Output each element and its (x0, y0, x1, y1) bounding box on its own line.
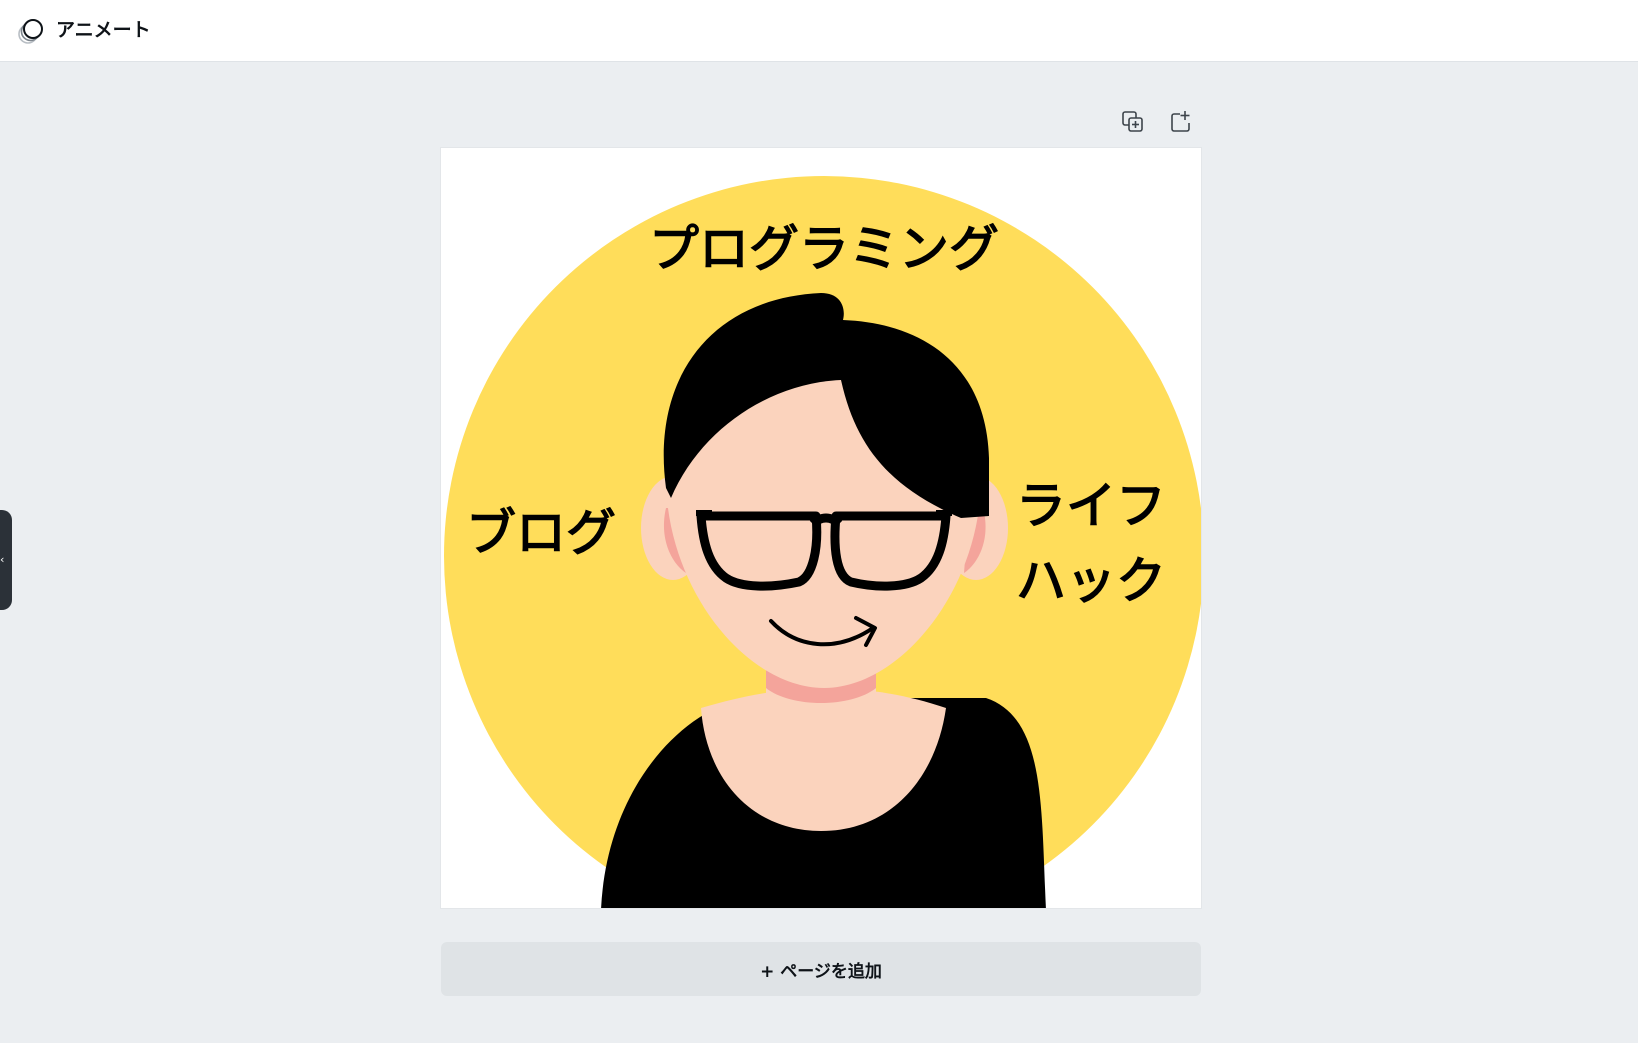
app-title: アニメート (56, 19, 151, 41)
chevron-left-icon: ‹ (0, 553, 5, 566)
avatar-illustration: プログラミング ブログ ライフ ハック (444, 176, 1201, 908)
design-page[interactable]: プログラミング ブログ ライフ ハック (441, 148, 1201, 908)
text-blog[interactable]: ブログ (466, 504, 616, 562)
animate-logo-icon[interactable] (16, 17, 46, 47)
text-hack[interactable]: ハック (1016, 552, 1166, 610)
duplicate-page-icon (1122, 111, 1143, 132)
top-bar: アニメート (0, 0, 1638, 62)
sidebar-toggle-button[interactable]: ‹ (0, 510, 12, 610)
add-page-icon (1171, 111, 1190, 132)
add-page-button-top[interactable] (1167, 108, 1195, 136)
text-life[interactable]: ライフ (1016, 477, 1166, 535)
duplicate-page-button[interactable] (1119, 108, 1147, 136)
add-page-button[interactable]: + ページを追加 (441, 942, 1201, 996)
text-programming[interactable]: プログラミング (649, 220, 999, 278)
